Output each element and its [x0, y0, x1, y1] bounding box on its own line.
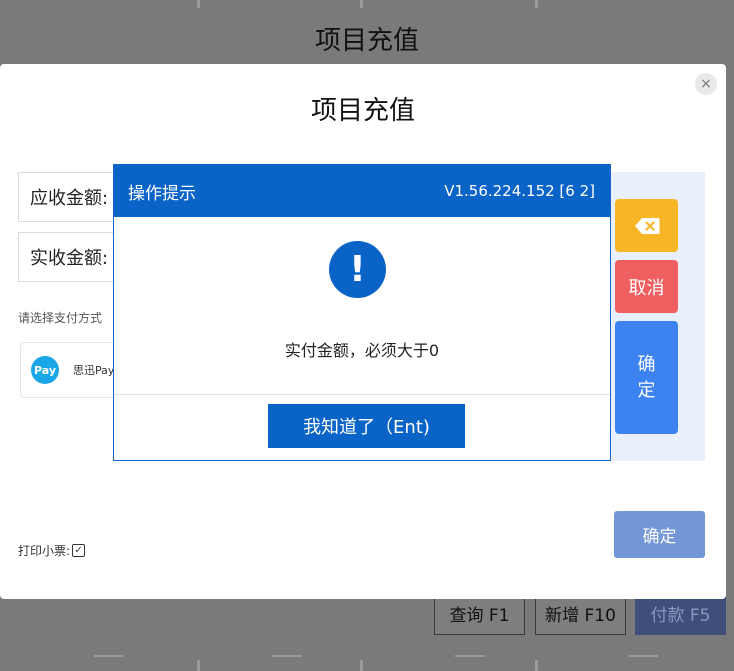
bg-divider: [455, 655, 485, 663]
close-icon[interactable]: ×: [695, 73, 717, 95]
bg-divider: [94, 655, 124, 663]
backspace-button[interactable]: [615, 199, 678, 252]
alert-divider: [114, 394, 610, 395]
alert-header: 操作提示 V1.56.224.152 [6 2]: [114, 165, 610, 217]
payment-option-name: 思迅Pay: [73, 364, 115, 377]
bg-divider: [628, 655, 658, 663]
dialog-title: 项目充值: [310, 96, 415, 126]
payment-method-hint: 请选择支付方式: [18, 311, 103, 325]
acknowledge-button[interactable]: 我知道了（Ent): [268, 404, 465, 448]
bg-divider: [272, 655, 302, 663]
background-page-title: 项目充值: [314, 26, 419, 56]
print-receipt-label: 打印小票:: [18, 544, 71, 558]
alert-modal: 操作提示 V1.56.224.152 [6 2] ! 实付金额，必须大于0 我知…: [113, 164, 611, 461]
receivable-amount-field: 应收金额:: [18, 172, 128, 222]
bg-divider: [535, 660, 538, 671]
print-receipt-checkbox[interactable]: ✓: [72, 544, 86, 557]
print-receipt-option[interactable]: 打印小票: ✓: [18, 542, 86, 559]
bg-divider: [535, 0, 538, 8]
received-amount-field[interactable]: 实收金额:: [18, 232, 128, 282]
bg-divider: [197, 660, 200, 671]
receivable-amount-label: 应收金额:: [30, 188, 109, 209]
bg-divider: [360, 0, 363, 8]
confirm-button[interactable]: 确定: [614, 511, 705, 558]
bg-divider: [197, 0, 200, 8]
alert-title: 操作提示: [128, 183, 196, 204]
bg-divider: [360, 660, 363, 671]
backspace-icon: [634, 217, 659, 234]
pay-logo-icon: Pay: [31, 356, 59, 384]
received-amount-label: 实收金额:: [30, 248, 109, 269]
exclamation-circle-icon: !: [329, 241, 386, 298]
keypad-cancel-button[interactable]: 取消: [615, 260, 678, 313]
alert-message: 实付金额，必须大于0: [284, 341, 440, 360]
version-label: V1.56.224.152 [6 2]: [444, 182, 595, 200]
keypad-confirm-button[interactable]: 确定: [615, 321, 678, 434]
